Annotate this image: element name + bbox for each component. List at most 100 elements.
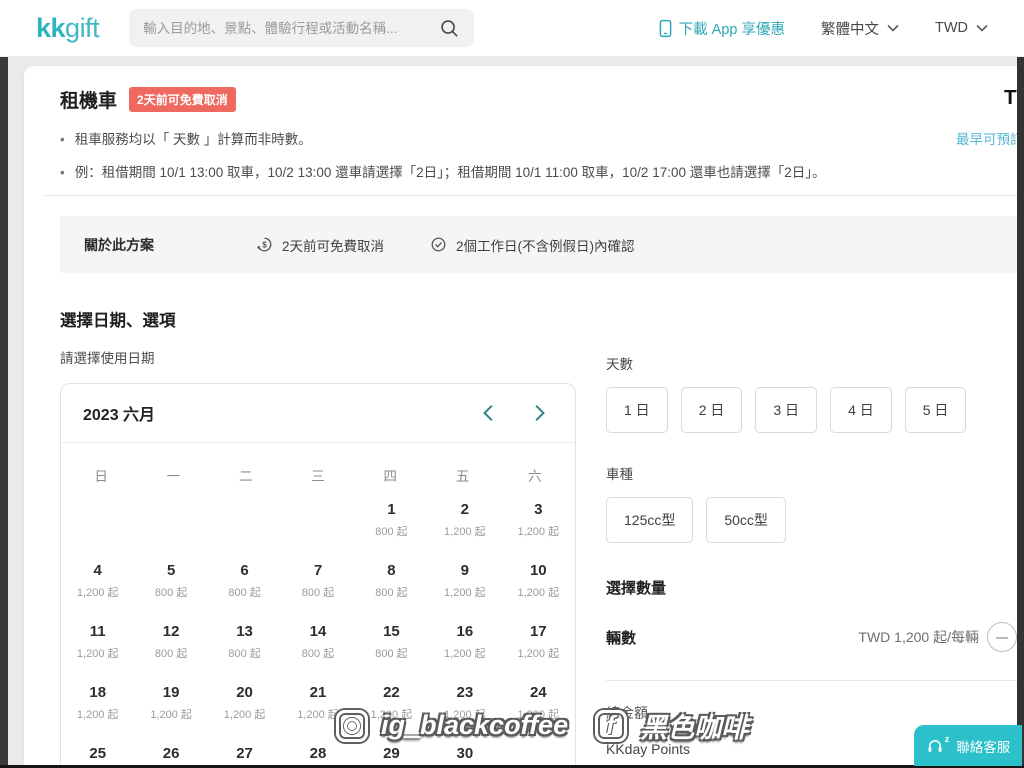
calendar-day-number: 21 [309,683,327,701]
calendar-day-cell[interactable]: 3 1,200 起 [502,489,575,550]
calendar-prev-button[interactable] [481,404,496,422]
calendar-header: 2023 六月 [61,384,575,444]
calendar-day-price: 800 起 [375,525,408,538]
calendar-day-cell[interactable]: 4 1,200 起 [61,550,134,611]
vehicle-options-row: 125cc型 50cc型 [606,497,1017,544]
about-plan-label: 關於此方案 [84,236,154,253]
calendar-day-price: 800 起 [375,586,408,599]
page: kkgift 下載 App 享優惠 繁體中文 [0,0,1024,768]
calendar-day-price: 800 起 [301,647,335,660]
calendar-day-cell[interactable]: 14 800 起 [281,611,354,672]
calendar-day-cell[interactable]: 251,200 起 [61,733,134,765]
day-option-2[interactable]: 2 日 [680,387,743,434]
calendar-day-price: 1,200 起 [517,586,560,599]
vehicle-option-50cc[interactable]: 50cc型 [706,497,786,544]
calendar-day-price: 1,200 起 [444,647,486,660]
calendar-day-number: 18 [89,683,107,701]
calendar-day-number: 17 [529,622,547,640]
calendar-day-number: 9 [460,561,470,579]
calendar-weekday: 五 [455,469,470,485]
calendar-day-cell[interactable]: 6 800 起 [208,550,281,611]
quantity-section-label: 選擇數量 [606,580,667,598]
title-row: 租機車 2天前可免費取消 [60,86,1017,113]
quantity-decrease-button[interactable] [987,622,1017,653]
calendar-day-number: 27 [236,744,253,762]
day-option-5[interactable]: 5 日 [904,387,967,434]
note-item: • 租車服務均以「 天數 」計算而非時數。 [60,130,1017,150]
section-title-options: 選擇日期、選項 [60,312,176,331]
sleep-z-icon: z [944,733,950,744]
unit-label: 輛數 [606,629,637,647]
day-options-row: 1 日 2 日 3 日 4 日 5 日 [606,387,1017,434]
calendar-day-number: 10 [529,561,547,579]
calendar-day-cell[interactable]: 11 1,200 起 [61,611,134,672]
calendar-week-row: 11 1,200 起 12 800 起 13 800 起 14 800 起 15 800 起 16 1… [61,611,575,672]
contact-support-button[interactable]: z 聯絡客服 [914,725,1022,766]
calendar-day-cell[interactable]: 8 800 起 [355,550,428,611]
options-column: 天數 1 日 2 日 3 日 4 日 5 日 車種 125cc型 50cc型 選… [606,347,1017,765]
calendar-day-number: 2 [460,500,470,518]
calendar-day-number: 29 [383,744,400,762]
calendar-day-cell[interactable]: 19 1,200 起 [134,672,207,733]
calendar-week-row: 1 800 起 2 1,200 起 3 1,200 起 [61,489,575,550]
calendar-next-button[interactable] [532,404,547,422]
about-item-cancel: $ 2天前可免費取消 [256,235,384,255]
bullet-icon: • [60,132,65,147]
calendar-day-price: 1,200 起 [223,708,266,721]
calendar-day-number: 26 [162,744,180,762]
free-cancel-badge: 2天前可免費取消 [129,87,236,112]
search-icon[interactable] [439,18,460,39]
calendar-day-cell[interactable]: 261,200 起 [134,733,207,765]
calendar-day-cell[interactable]: 12 800 起 [134,611,207,672]
calendar-day-price: 1,200 起 [297,708,339,721]
headset-icon [926,737,944,755]
calendar-day-cell[interactable]: 15 800 起 [355,611,428,672]
calendar-day-cell[interactable]: 17 1,200 起 [502,611,575,672]
calendar-day-cell[interactable]: 10 1,200 起 [502,550,575,611]
day-option-1[interactable]: 1 日 [606,387,668,434]
calendar-day-price: 1,200 起 [517,525,560,538]
calendar-day-cell[interactable]: 13 800 起 [208,611,281,672]
calendar-day-number: 1 [387,500,396,518]
language-selector[interactable]: 繁體中文 [821,18,899,39]
contact-support-label: 聯絡客服 [956,739,1011,755]
brand-logo[interactable]: kkgift [36,13,100,44]
calendar-nav [481,404,553,422]
calendar-weekday: 三 [311,469,325,485]
calendar-day-cell[interactable]: 16 1,200 起 [428,611,501,672]
date-picker-label: 請選擇使用日期 [60,351,155,367]
calendar-day-cell[interactable]: 18 1,200 起 [61,672,134,733]
calendar-day-number: 15 [383,622,400,640]
calendar-day-number: 23 [456,683,474,701]
chevron-down-icon [976,24,988,32]
calendar-day-cell[interactable]: 20 1,200 起 [208,672,281,733]
check-circle-icon [430,236,447,253]
calendar-day-price: 800 起 [301,586,335,599]
calendar-day-number: 6 [240,561,249,579]
vehicle-option-125cc[interactable]: 125cc型 [606,497,694,544]
currency-selector[interactable]: TWD [935,20,988,36]
calendar-day-number: 28 [309,744,327,762]
unit-quantity-row: 輛數 TWD 1,200 起/每輛 [606,622,1017,653]
watermark-facebook-text: 黑色咖啡 [640,713,749,743]
day-option-3[interactable]: 3 日 [755,387,818,434]
calendar-day-price: 1,200 起 [150,708,192,721]
unit-price: TWD 1,200 起/每輛 [858,629,979,646]
calendar-day-cell[interactable]: 7 800 起 [281,550,354,611]
calendar-weekday: 四 [383,469,398,485]
calendar-day-cell[interactable]: 9 1,200 起 [428,550,501,611]
calendar-day-number: 12 [162,622,180,640]
calendar-day-price: 1,200 起 [76,708,119,721]
calendar-weekday: 六 [528,469,542,485]
header-right: 下載 App 享優惠 繁體中文 TWD [659,18,988,39]
calendar-day-cell[interactable]: 1 800 起 [355,489,428,550]
calendar-day-price: 1,200 起 [444,525,486,538]
download-app-link[interactable]: 下載 App 享優惠 [659,18,785,39]
calendar-day-cell[interactable]: 5 800 起 [134,550,207,611]
search-input[interactable] [143,20,440,36]
chevron-down-icon [887,24,899,32]
calendar-day-cell[interactable]: 2 1,200 起 [428,489,501,550]
calendar-weekday: 日 [94,469,108,485]
calendar-day-cell[interactable]: 271,200 起 [208,733,281,765]
day-option-4[interactable]: 4 日 [830,387,892,434]
